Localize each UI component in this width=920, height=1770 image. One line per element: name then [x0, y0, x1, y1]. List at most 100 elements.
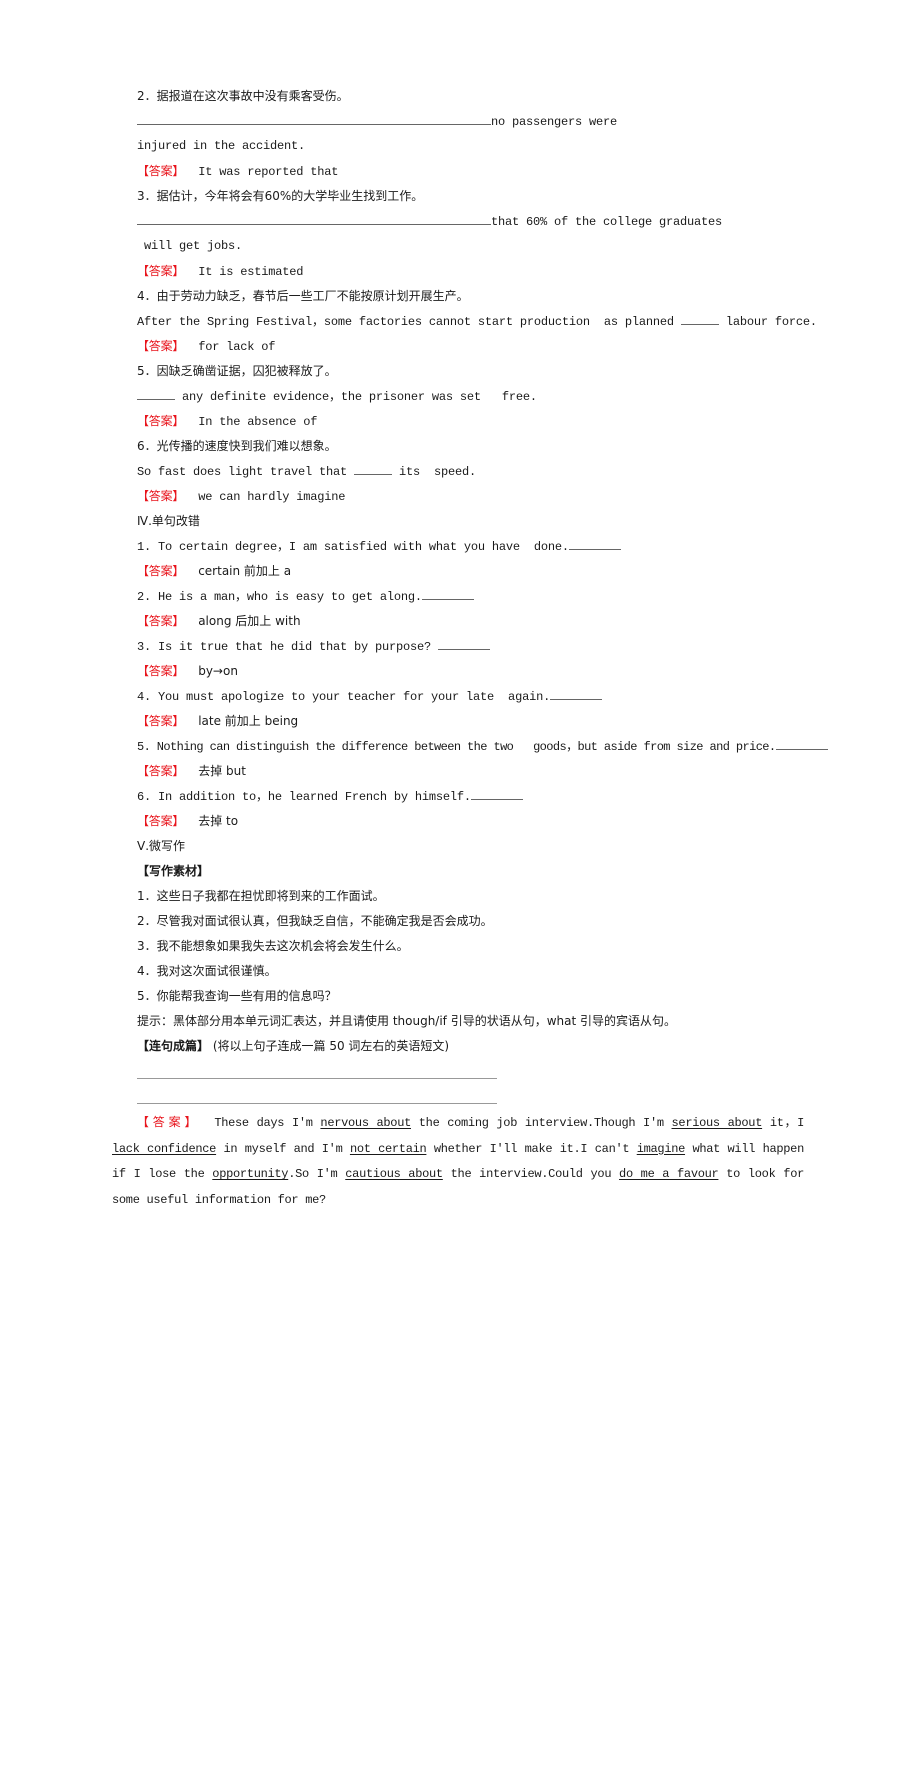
answer-text: late 前加上 being [198, 714, 299, 728]
answer-tag: 【答案】 [137, 414, 185, 428]
correction-2: 2. He is a man，who is easy to get along. [137, 588, 474, 605]
answer-tag: 【答案】 [137, 714, 185, 728]
answer-blank[interactable] [550, 688, 603, 700]
material-5: 5．你能帮我查询一些有用的信息吗？ [137, 989, 337, 1003]
question-2-prompt: 2．据报道在这次事故中没有乘客受伤。 [137, 89, 349, 103]
correction-3-answer: 【答案】 by→on [137, 663, 238, 680]
essay-segment: These days I'm [214, 1116, 321, 1130]
answer-tag: 【答案】 [137, 814, 185, 828]
section-4-title: Ⅳ.单句改错 [137, 514, 200, 528]
essay-text: These days I'm nervous about the coming … [112, 1116, 804, 1207]
answer-tag: 【答案】 [137, 489, 185, 503]
question-4-sentence: After the Spring Festival，some factories… [137, 313, 817, 330]
key-phrase: nervous about [320, 1116, 411, 1130]
question-3-line2: will get jobs. [137, 239, 243, 253]
essay-segment: .So I'm [288, 1167, 346, 1181]
compose-heading: 【连句成篇】 (将以上句子连成一篇 50 词左右的英语短文) [137, 1038, 449, 1055]
sentence-text: 5. Nothing can distinguish the differenc… [137, 740, 776, 754]
writing-material-label: 【写作素材】 [137, 864, 210, 878]
answer-tag: 【答案】 [137, 614, 185, 628]
question-3-text: that 60% of the college graduates [491, 215, 723, 229]
key-phrase: serious about [671, 1116, 763, 1130]
answer-blank[interactable] [775, 738, 828, 750]
essay-segment: in myself and I'm [216, 1141, 350, 1156]
question-2-answer: 【答案】 It was reported that [137, 163, 338, 180]
answer-text: It was reported that [198, 165, 339, 179]
answer-tag: 【答案】 [137, 339, 185, 353]
material-1: 1．这些日子我都在担忧即将到来的工作面试。 [137, 889, 385, 903]
correction-3: 3. Is it true that he did that by purpos… [137, 638, 491, 655]
essay-segment: it，I [762, 1116, 804, 1130]
correction-5: 5. Nothing can distinguish the differenc… [137, 738, 828, 755]
answer-tag: 【答案】 [137, 664, 185, 678]
sentence-text: 2. He is a man，who is easy to get along. [137, 590, 422, 604]
compose-label: 【连句成篇】 [137, 1039, 210, 1053]
sentence-text: After the Spring Festival，some factories… [137, 315, 681, 329]
material-4: 4．我对这次面试很谨慎。 [137, 964, 277, 978]
compose-instruction: (将以上句子连成一篇 50 词左右的英语短文) [209, 1039, 450, 1053]
essay-segment: whether I'll make it.I can't [426, 1141, 637, 1156]
answer-blank[interactable] [137, 213, 491, 225]
answer-text: In the absence of [198, 415, 318, 429]
sentence-text: 4. You must apologize to your teacher fo… [137, 690, 551, 704]
sentence-text: 6. In addition to，he learned French by h… [137, 790, 471, 804]
writing-line[interactable] [137, 1103, 497, 1104]
answer-blank[interactable] [568, 538, 621, 550]
answer-text: for lack of [198, 340, 276, 354]
answer-text: we can hardly imagine [198, 490, 346, 504]
answer-blank[interactable] [470, 788, 523, 800]
section-5-title: Ⅴ.微写作 [137, 839, 186, 853]
question-4-prompt: 4．由于劳动力缺乏，春节后一些工厂不能按原计划开展生产。 [137, 289, 469, 303]
answer-blank[interactable] [137, 113, 491, 125]
question-3-line1: that 60% of the college graduates [137, 213, 722, 230]
key-phrase: do me a favour [619, 1167, 719, 1181]
answer-text: certain 前加上 a [198, 564, 292, 578]
answer-tag: 【答案】 [136, 1115, 201, 1129]
essay-segment: the coming job interview.Though I'm [411, 1116, 672, 1130]
question-6-answer: 【答案】 we can hardly imagine [137, 488, 345, 505]
question-5-prompt: 5．因缺乏确凿证据，囚犯被释放了。 [137, 364, 337, 378]
sentence-text: labour force. [718, 315, 817, 329]
answer-tag: 【答案】 [137, 764, 185, 778]
answer-blank[interactable] [354, 463, 393, 475]
question-6-sentence: So fast does light travel that its speed… [137, 463, 476, 480]
question-5-answer: 【答案】 In the absence of [137, 413, 317, 430]
question-3-answer: 【答案】 It is estimated [137, 263, 303, 280]
sentence-text: any definite evidence，the prisoner was s… [175, 390, 537, 404]
answer-blank[interactable] [421, 588, 474, 600]
key-phrase: imagine [636, 1141, 686, 1156]
answer-blank[interactable] [680, 313, 719, 325]
answer-text: along 后加上 with [198, 614, 301, 628]
key-phrase: lack confidence [112, 1141, 217, 1156]
question-2-line2: injured in the accident. [137, 139, 306, 153]
material-2: 2．尽管我对面试很认真，但我缺乏自信，不能确定我是否会成功。 [137, 914, 493, 928]
material-3: 3．我不能想象如果我失去这次机会将会发生什么。 [137, 939, 409, 953]
document-page: 2．据报道在这次事故中没有乘客受伤。 no passengers were in… [0, 0, 920, 1770]
answer-text: 去掉 to [198, 814, 239, 828]
sentence-text: 1. To certain degree，I am satisfied with… [137, 540, 569, 554]
writing-line[interactable] [137, 1078, 497, 1079]
correction-4: 4. You must apologize to your teacher fo… [137, 688, 603, 705]
key-phrase: cautious about [345, 1167, 443, 1181]
correction-6: 6. In addition to，he learned French by h… [137, 788, 523, 805]
question-3-prompt: 3．据估计，今年将会有60%的大学毕业生找到工作。 [137, 189, 424, 203]
essay-answer: 【答案】 These days I'm nervous about the com… [112, 1110, 804, 1213]
correction-2-answer: 【答案】 along 后加上 with [137, 613, 301, 630]
answer-text: It is estimated [198, 265, 304, 279]
question-2-text: no passengers were [491, 115, 618, 129]
answer-blank[interactable] [438, 638, 491, 650]
sentence-text: 3. Is it true that he did that by purpos… [137, 640, 439, 654]
sentence-text: So fast does light travel that [137, 465, 355, 479]
essay-segment: the interview.Could you [442, 1167, 620, 1181]
sentence-text: its speed. [392, 465, 477, 479]
hint-text: 提示：黑体部分用本单元词汇表达，并且请使用 though/if 引导的状语从句，… [137, 1014, 677, 1028]
correction-4-answer: 【答案】 late 前加上 being [137, 713, 298, 730]
correction-1: 1. To certain degree，I am satisfied with… [137, 538, 621, 555]
answer-text: 去掉 but [198, 764, 246, 778]
answer-tag: 【答案】 [137, 264, 185, 278]
answer-blank[interactable] [137, 388, 175, 400]
question-2-line1: no passengers were [137, 113, 617, 130]
correction-6-answer: 【答案】 去掉 to [137, 813, 238, 830]
question-4-answer: 【答案】 for lack of [137, 338, 275, 355]
answer-tag: 【答案】 [137, 564, 185, 578]
